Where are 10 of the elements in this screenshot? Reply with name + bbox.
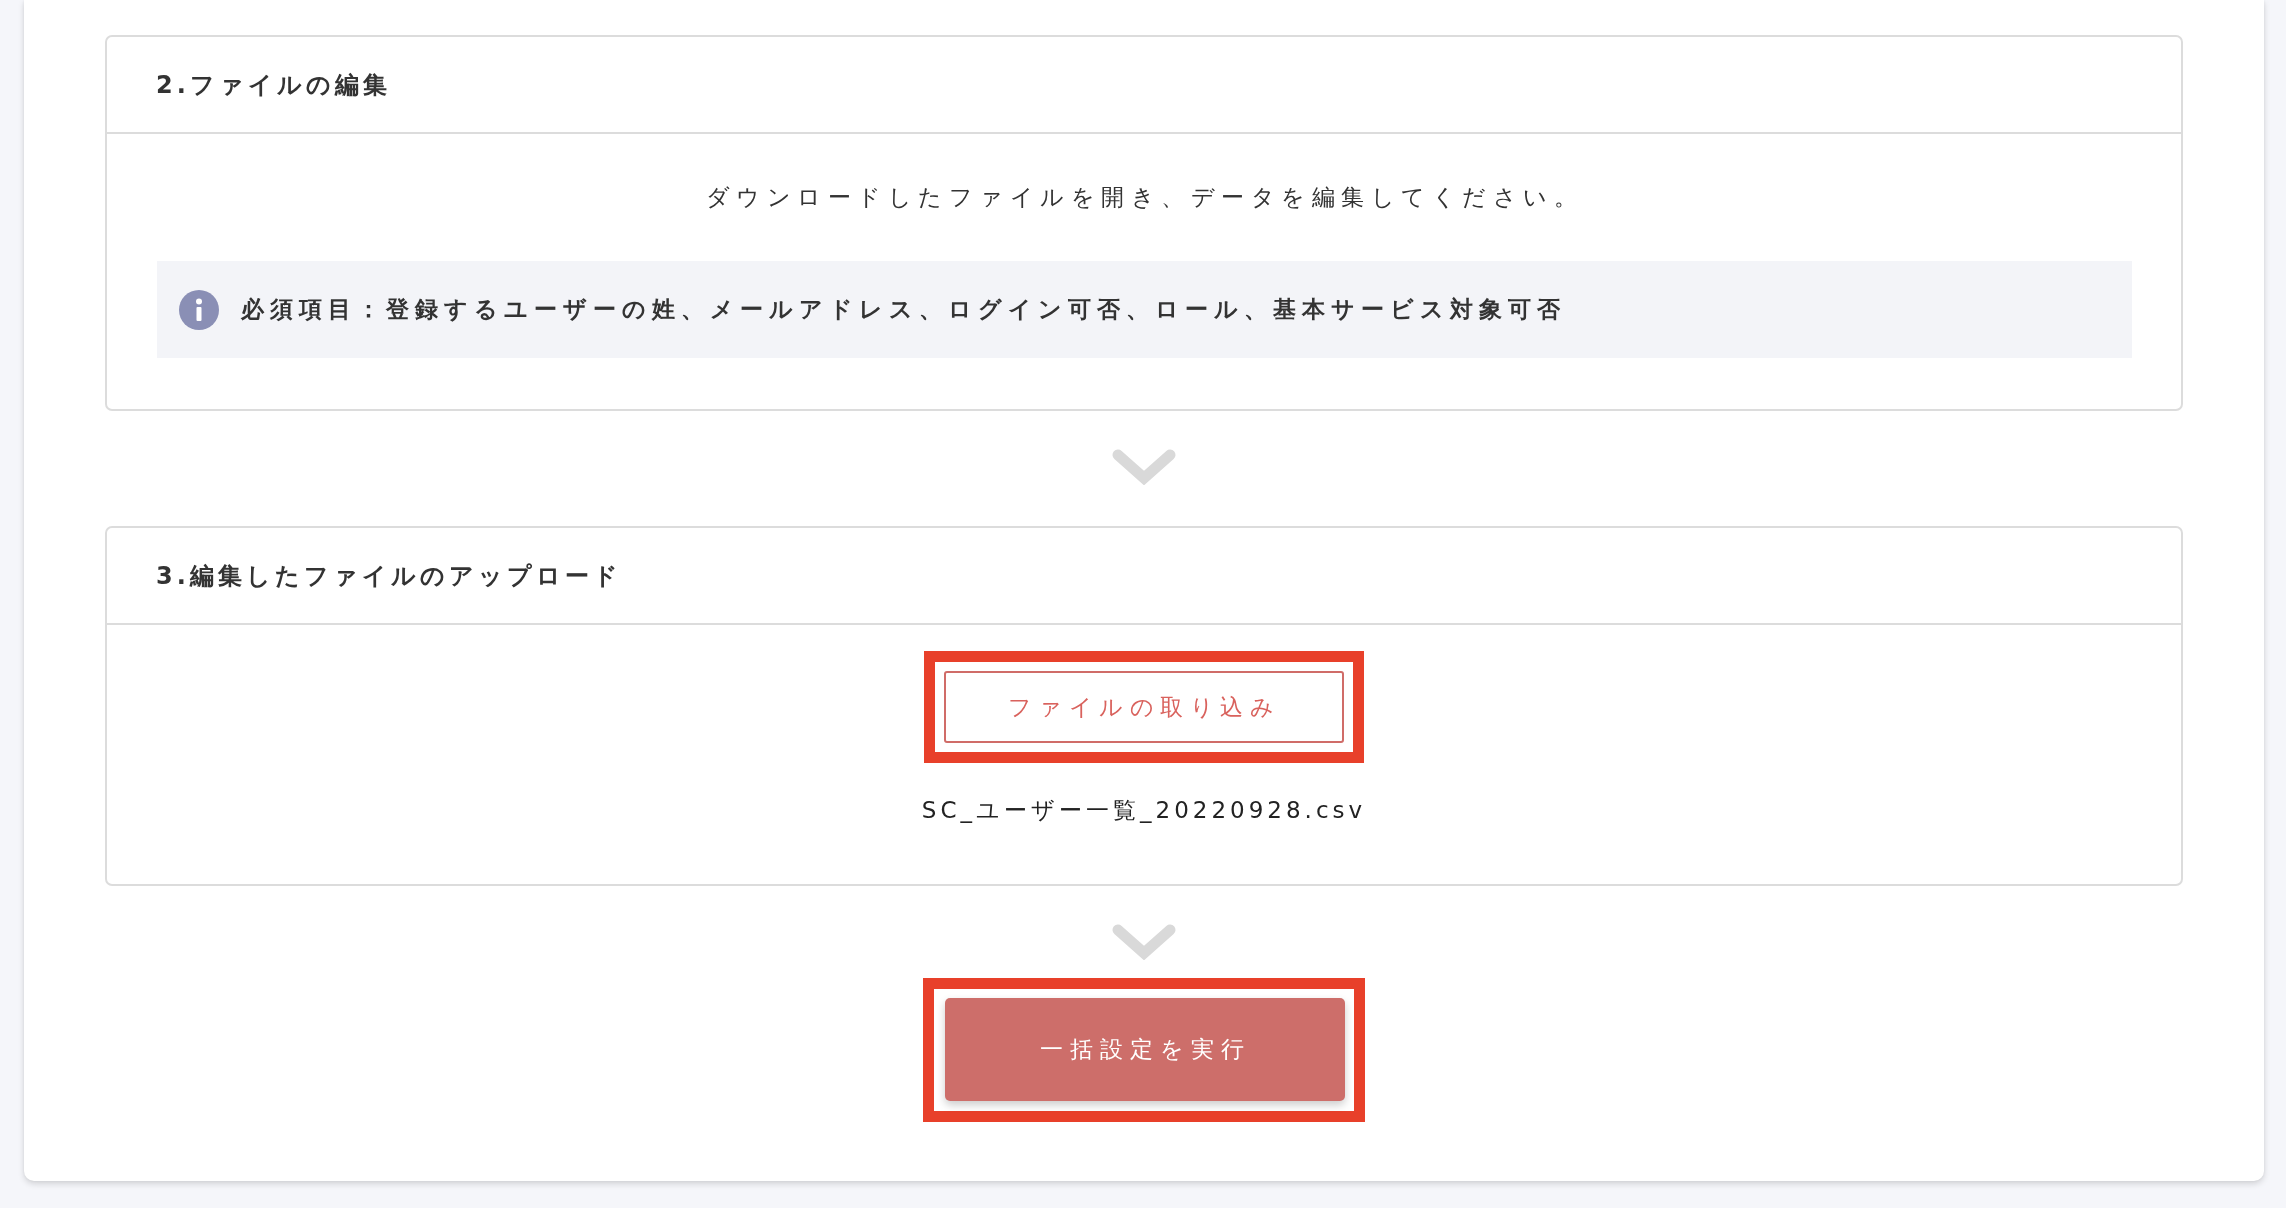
import-file-button[interactable]: ファイルの取り込み [944,671,1344,743]
file-name: SC_ユーザー一覧_20220928.csv [921,796,1367,825]
info-text: 必須項目：登録するユーザーの姓、メールアドレス、ログイン可否、ロール、基本サービス対象可否 [241,295,1566,324]
instruction-text: ダウンロードしたファイルを開き、データを編集してください。 [705,183,1584,212]
info-icon [179,289,219,330]
execute-button[interactable]: 一括設定を実行 [945,998,1345,1101]
chevron-down-icon [1112,924,1176,960]
section-title: 2.ファイルの編集 [156,69,391,101]
chevron-down-icon [1112,449,1176,485]
section-title: 3.編集したファイルのアップロード [156,560,622,592]
